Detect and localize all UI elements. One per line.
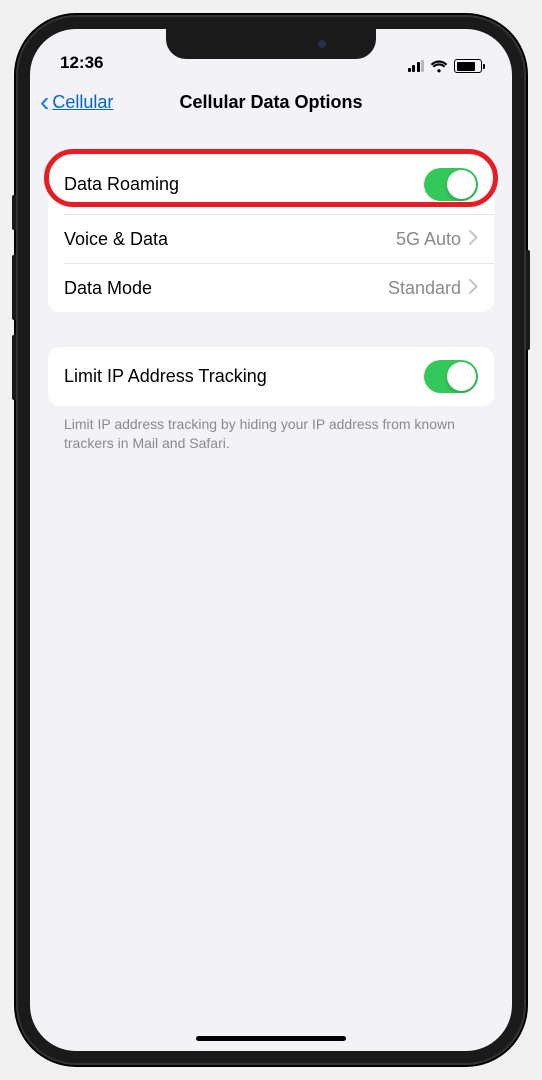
back-label: Cellular [52,92,113,113]
notch [166,29,376,59]
voice-data-value: 5G Auto [396,229,461,250]
chevron-right-icon [469,278,478,299]
data-mode-cell[interactable]: Data Mode Standard [48,264,494,312]
chevron-right-icon [469,229,478,250]
data-roaming-cell[interactable]: Data Roaming [48,155,494,214]
phone-frame: 12:36 ‹ Cellular Cellular Data Options [16,15,526,1065]
data-mode-value: Standard [388,278,461,299]
settings-group-1: Data Roaming Voice & Data 5G Auto Data M… [48,155,494,312]
home-indicator[interactable] [196,1036,346,1041]
hw-buttons-right [526,250,530,350]
chevron-left-icon: ‹ [40,88,49,116]
data-roaming-label: Data Roaming [64,174,424,195]
hw-buttons-left [12,195,16,415]
data-mode-label: Data Mode [64,278,388,299]
back-button[interactable]: ‹ Cellular [40,88,113,116]
battery-icon [454,59,482,73]
settings-group-2: Limit IP Address Tracking [48,347,494,406]
group-footer-text: Limit IP address tracking by hiding your… [30,415,512,453]
limit-ip-label: Limit IP Address Tracking [64,366,424,387]
cellular-signal-icon [408,60,425,72]
voice-data-cell[interactable]: Voice & Data 5G Auto [48,215,494,263]
content: Data Roaming Voice & Data 5G Auto Data M… [30,125,512,453]
voice-data-label: Voice & Data [64,229,396,250]
status-time: 12:36 [60,53,103,73]
nav-bar: ‹ Cellular Cellular Data Options [30,79,512,125]
data-roaming-toggle[interactable] [424,168,478,201]
wifi-icon [430,60,448,73]
screen: 12:36 ‹ Cellular Cellular Data Options [30,29,512,1051]
limit-ip-cell[interactable]: Limit IP Address Tracking [48,347,494,406]
limit-ip-toggle[interactable] [424,360,478,393]
